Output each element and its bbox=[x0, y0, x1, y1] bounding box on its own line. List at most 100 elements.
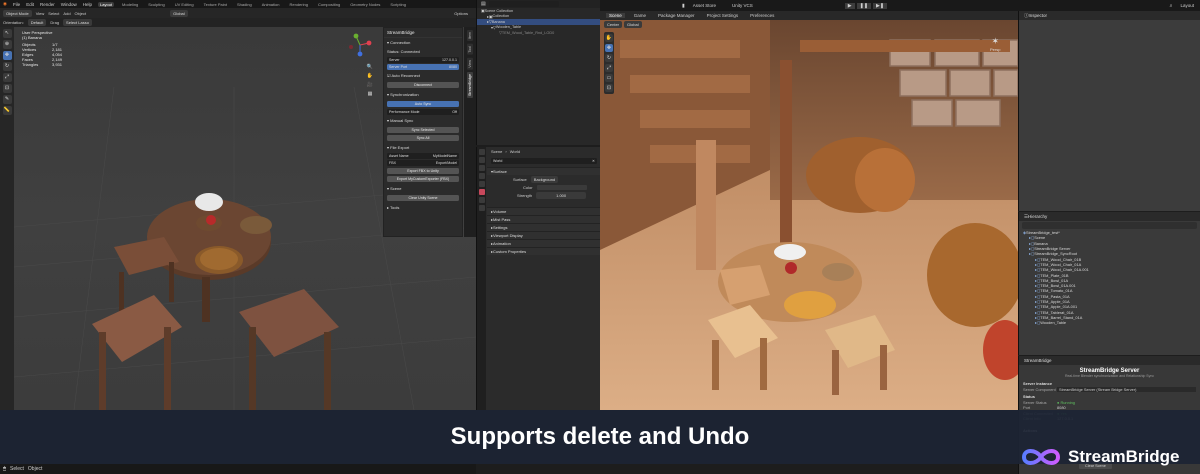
connection-header[interactable]: ▾ Connection bbox=[384, 38, 462, 47]
sync-all-button[interactable]: Sync All bbox=[387, 135, 459, 141]
color-swatch[interactable] bbox=[536, 184, 587, 190]
scene-gizmo[interactable]: ✶ Persp bbox=[990, 36, 1000, 52]
navigation-gizmo-icon[interactable] bbox=[348, 33, 372, 57]
pan-hand-icon[interactable]: ✋ bbox=[366, 73, 374, 80]
volume-section[interactable]: ▸ Volume bbox=[487, 207, 601, 215]
auto-sync-button[interactable]: Auto Sync bbox=[387, 101, 459, 107]
measure-tool-icon[interactable]: 📏 bbox=[2, 106, 12, 115]
server-component-field[interactable]: StreamBridge Server (Stream Bridge Serve… bbox=[1057, 386, 1196, 392]
tab-streambridge[interactable]: StreamBridge bbox=[467, 72, 473, 99]
tool-props-icon[interactable] bbox=[478, 149, 485, 155]
outliner-filter-icon[interactable]: ▤ bbox=[481, 1, 486, 7]
select-tool-icon[interactable]: ↖ bbox=[2, 29, 12, 38]
scene-props-icon[interactable] bbox=[478, 181, 485, 187]
asset-name-field[interactable]: Asset Name MyModelName bbox=[387, 153, 459, 159]
outliner-row[interactable]: ▽ TEM_Wood_Table_Rnd_LOD0 bbox=[477, 30, 600, 36]
outliner-search-input[interactable] bbox=[488, 1, 559, 7]
workspace-uv-editing[interactable]: UV Editing bbox=[173, 2, 196, 7]
file-export-header[interactable]: ▾ File Export bbox=[384, 143, 462, 152]
world-datablock-field[interactable]: World ✕ bbox=[491, 158, 597, 164]
asset-store-button[interactable]: Asset Store bbox=[693, 3, 716, 8]
object-props-icon[interactable] bbox=[478, 197, 485, 203]
unity-vcs-button[interactable]: Unity VCS bbox=[732, 3, 753, 8]
hierarchy-row[interactable]: ▸◻ Wooden_Table bbox=[1019, 320, 1200, 325]
drag-dropdown[interactable]: Select Lasso bbox=[63, 19, 92, 26]
fbx-path-field[interactable]: FBX Export/Model bbox=[387, 160, 459, 166]
workspace-geometry-nodes[interactable]: Geometry Nodes bbox=[348, 2, 382, 7]
world-props-icon[interactable] bbox=[478, 189, 485, 195]
menu-help[interactable]: Help bbox=[83, 2, 92, 7]
cursor-tool-icon[interactable]: ⊕ bbox=[2, 40, 12, 49]
search-icon[interactable]: ⌕ bbox=[1170, 3, 1173, 9]
tools-header[interactable]: ▸ Tools bbox=[384, 203, 462, 212]
unity-rotate-tool-icon[interactable]: ↻ bbox=[605, 54, 613, 62]
unity-scale-tool-icon[interactable]: ⤢ bbox=[605, 64, 613, 72]
scale-tool-icon[interactable]: ⤢ bbox=[2, 73, 12, 82]
tab-view[interactable]: View bbox=[467, 57, 473, 70]
performance-mode-field[interactable]: Performance Mode Off bbox=[387, 109, 459, 115]
streambridge-tab[interactable]: StreamBridge bbox=[1019, 356, 1200, 365]
port-field[interactable]: Server Port 8080 bbox=[387, 64, 459, 70]
hierarchy-search-input[interactable] bbox=[1022, 222, 1197, 229]
annotate-tool-icon[interactable]: ✎ bbox=[2, 95, 12, 104]
sync-selected-button[interactable]: Sync Selected bbox=[387, 127, 459, 133]
sync-header[interactable]: ▾ Synchronization bbox=[384, 90, 462, 99]
transform-tool-icon[interactable]: ⊡ bbox=[2, 84, 12, 93]
clear-unity-scene-button[interactable]: Clear Unity Scene bbox=[387, 195, 459, 201]
tab-package-manager[interactable]: Package Manager bbox=[655, 13, 698, 18]
workspace-scripting[interactable]: Scripting bbox=[388, 2, 408, 7]
strength-field[interactable]: 1.000 bbox=[536, 191, 587, 199]
play-icon[interactable]: ▶ bbox=[844, 2, 855, 9]
menu-add[interactable]: Add bbox=[63, 11, 70, 16]
viewport-display-section[interactable]: ▸ Viewport Display bbox=[487, 231, 601, 239]
export-custom-button[interactable]: Export MyCustomExporter (FBX) bbox=[387, 176, 459, 182]
step-icon[interactable]: ▶❚ bbox=[873, 2, 888, 9]
tab-game[interactable]: Game bbox=[631, 13, 649, 18]
workspace-shading[interactable]: Shading bbox=[235, 2, 254, 7]
workspace-compositing[interactable]: Compositing bbox=[316, 2, 342, 7]
layout-dropdown[interactable]: Layout bbox=[1180, 3, 1194, 8]
blender-logo-icon[interactable]: ◉ bbox=[3, 1, 7, 7]
custom-properties-section[interactable]: ▸ Custom Properties bbox=[487, 247, 601, 255]
hierarchy-tab[interactable]: ☰ Hierarchy bbox=[1019, 212, 1200, 221]
move-tool-icon[interactable]: ✥ bbox=[2, 51, 12, 60]
mode-dropdown[interactable]: Object Mode bbox=[3, 9, 32, 17]
scene-header[interactable]: ▾ Scene bbox=[384, 184, 462, 193]
menu-edit[interactable]: Edit bbox=[26, 2, 34, 7]
camera-icon[interactable]: 🎥 bbox=[366, 82, 374, 89]
tab-project-settings[interactable]: Project Settings bbox=[704, 13, 742, 18]
mist-pass-section[interactable]: ▸ Mist Pass bbox=[487, 215, 601, 223]
render-props-icon[interactable] bbox=[478, 157, 485, 163]
surface-dropdown[interactable]: Background bbox=[530, 175, 559, 183]
tab-item[interactable]: Item bbox=[467, 30, 473, 41]
animation-section[interactable]: ▸ Animation bbox=[487, 239, 601, 247]
account-button[interactable]: ▮ bbox=[682, 3, 685, 9]
server-field[interactable]: Server 127.0.0.1 bbox=[387, 57, 459, 63]
tab-tool[interactable]: Tool bbox=[467, 44, 473, 55]
menu-object[interactable]: Object bbox=[75, 11, 87, 16]
unity-transform-tool-icon[interactable]: ⊡ bbox=[605, 84, 613, 92]
pause-icon[interactable]: ❚❚ bbox=[856, 2, 872, 9]
tab-preferences[interactable]: Preferences bbox=[747, 13, 777, 18]
menu-select[interactable]: Select bbox=[48, 11, 59, 16]
surface-section[interactable]: ▾ Surface bbox=[487, 167, 601, 175]
options-button[interactable]: Options bbox=[454, 11, 468, 16]
auto-reconnect-checkbox[interactable]: ☑ Auto Reconnect bbox=[384, 71, 462, 80]
settings-section[interactable]: ▸ Settings bbox=[487, 223, 601, 231]
workspace-rendering[interactable]: Rendering bbox=[287, 2, 309, 7]
grid-icon[interactable]: ▦ bbox=[366, 91, 374, 98]
manual-sync-header[interactable]: ▾ Manual Sync bbox=[384, 116, 462, 125]
menu-render[interactable]: Render bbox=[40, 2, 55, 7]
tab-scene[interactable]: Scene bbox=[606, 13, 625, 18]
pivot-dropdown[interactable]: Center bbox=[604, 21, 623, 28]
space-dropdown[interactable]: Global bbox=[624, 21, 642, 28]
view-layer-props-icon[interactable] bbox=[478, 173, 485, 179]
close-icon[interactable]: ✕ bbox=[592, 159, 595, 163]
zoom-icon[interactable]: 🔍 bbox=[366, 64, 374, 71]
inspector-tab[interactable]: ⓘ Inspector bbox=[1019, 11, 1200, 20]
menu-window[interactable]: Window bbox=[61, 2, 77, 7]
workspace-sculpting[interactable]: Sculpting bbox=[146, 2, 166, 7]
menu-view[interactable]: View bbox=[36, 11, 45, 16]
export-fbx-button[interactable]: Export FBX to Unity bbox=[387, 168, 459, 174]
rect-tool-icon[interactable]: ▭ bbox=[605, 74, 613, 82]
